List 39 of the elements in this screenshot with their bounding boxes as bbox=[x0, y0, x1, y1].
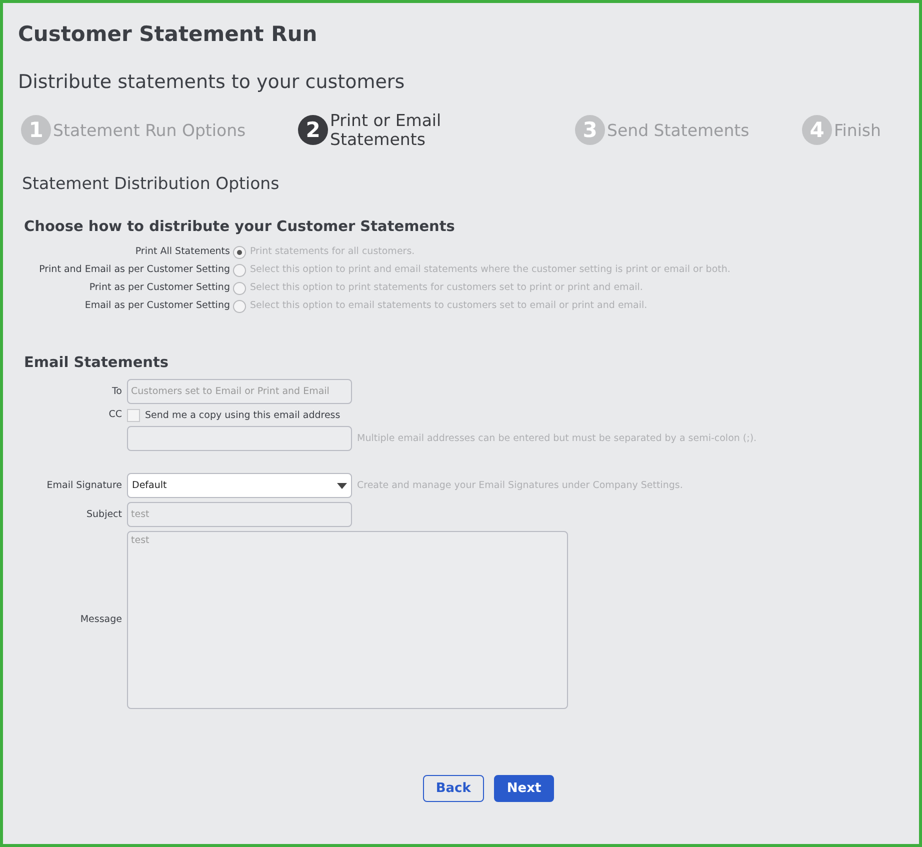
step-label: Send Statements bbox=[607, 120, 750, 140]
option-description: Select this option to print statements for customers set to print or print and email. bbox=[250, 281, 644, 295]
radio-button[interactable] bbox=[233, 300, 246, 312]
next-button[interactable]: Next bbox=[494, 775, 554, 802]
section-title: Statement Distribution Options bbox=[22, 174, 280, 193]
field-hint: Multiple email addresses can be entered but must be separated by a semi-colon (;). bbox=[357, 432, 757, 446]
radio-button[interactable] bbox=[233, 264, 246, 276]
section-heading: Email Statements bbox=[24, 355, 170, 371]
step-label: Finish bbox=[834, 120, 881, 140]
step-number: 2 bbox=[298, 115, 328, 145]
field-label: To bbox=[110, 384, 122, 398]
option-description: Select this option to email statements to customers set to email or print and email. bbox=[250, 299, 648, 313]
section-heading: Choose how to distribute your Customer Statements bbox=[24, 219, 456, 235]
step-number: 1 bbox=[21, 115, 51, 145]
field-hint: Create and manage your Email Signatures under Company Settings. bbox=[357, 478, 683, 492]
option-description: Print statements for all customers. bbox=[250, 245, 416, 259]
checkbox-label: Send me a copy using this email address bbox=[145, 410, 340, 420]
radio-button[interactable] bbox=[233, 282, 246, 294]
option-description: Select this option to print and email statements where the customer setting is print or email or both. bbox=[250, 263, 732, 277]
field-label: Message bbox=[79, 613, 122, 627]
dropdown-caret-icon bbox=[337, 482, 347, 488]
checkbox[interactable] bbox=[127, 408, 140, 422]
option-label: Print All Statements bbox=[134, 245, 230, 259]
page-subtitle: Distribute statements to your customers bbox=[18, 70, 406, 95]
radio-button[interactable] bbox=[233, 246, 246, 258]
option-label: Email as per Customer Setting bbox=[84, 299, 230, 313]
step-label: Statement Run Options bbox=[53, 120, 246, 140]
signature-dropdown[interactable]: Default bbox=[127, 473, 352, 498]
back-button[interactable]: Back bbox=[422, 775, 484, 802]
field-label: Email Signature bbox=[46, 478, 122, 492]
option-label: Print as per Customer Setting bbox=[88, 281, 230, 295]
field-label: CC bbox=[108, 408, 122, 422]
cc-field[interactable] bbox=[127, 426, 352, 451]
step-number: 4 bbox=[802, 115, 832, 145]
field-label: Subject bbox=[85, 508, 122, 522]
step-label: Print or Email Statements bbox=[330, 111, 442, 149]
step-number: 3 bbox=[575, 115, 605, 145]
page-title: Customer Statement Run bbox=[18, 21, 318, 48]
option-label: Print and Email as per Customer Setting bbox=[38, 263, 230, 277]
